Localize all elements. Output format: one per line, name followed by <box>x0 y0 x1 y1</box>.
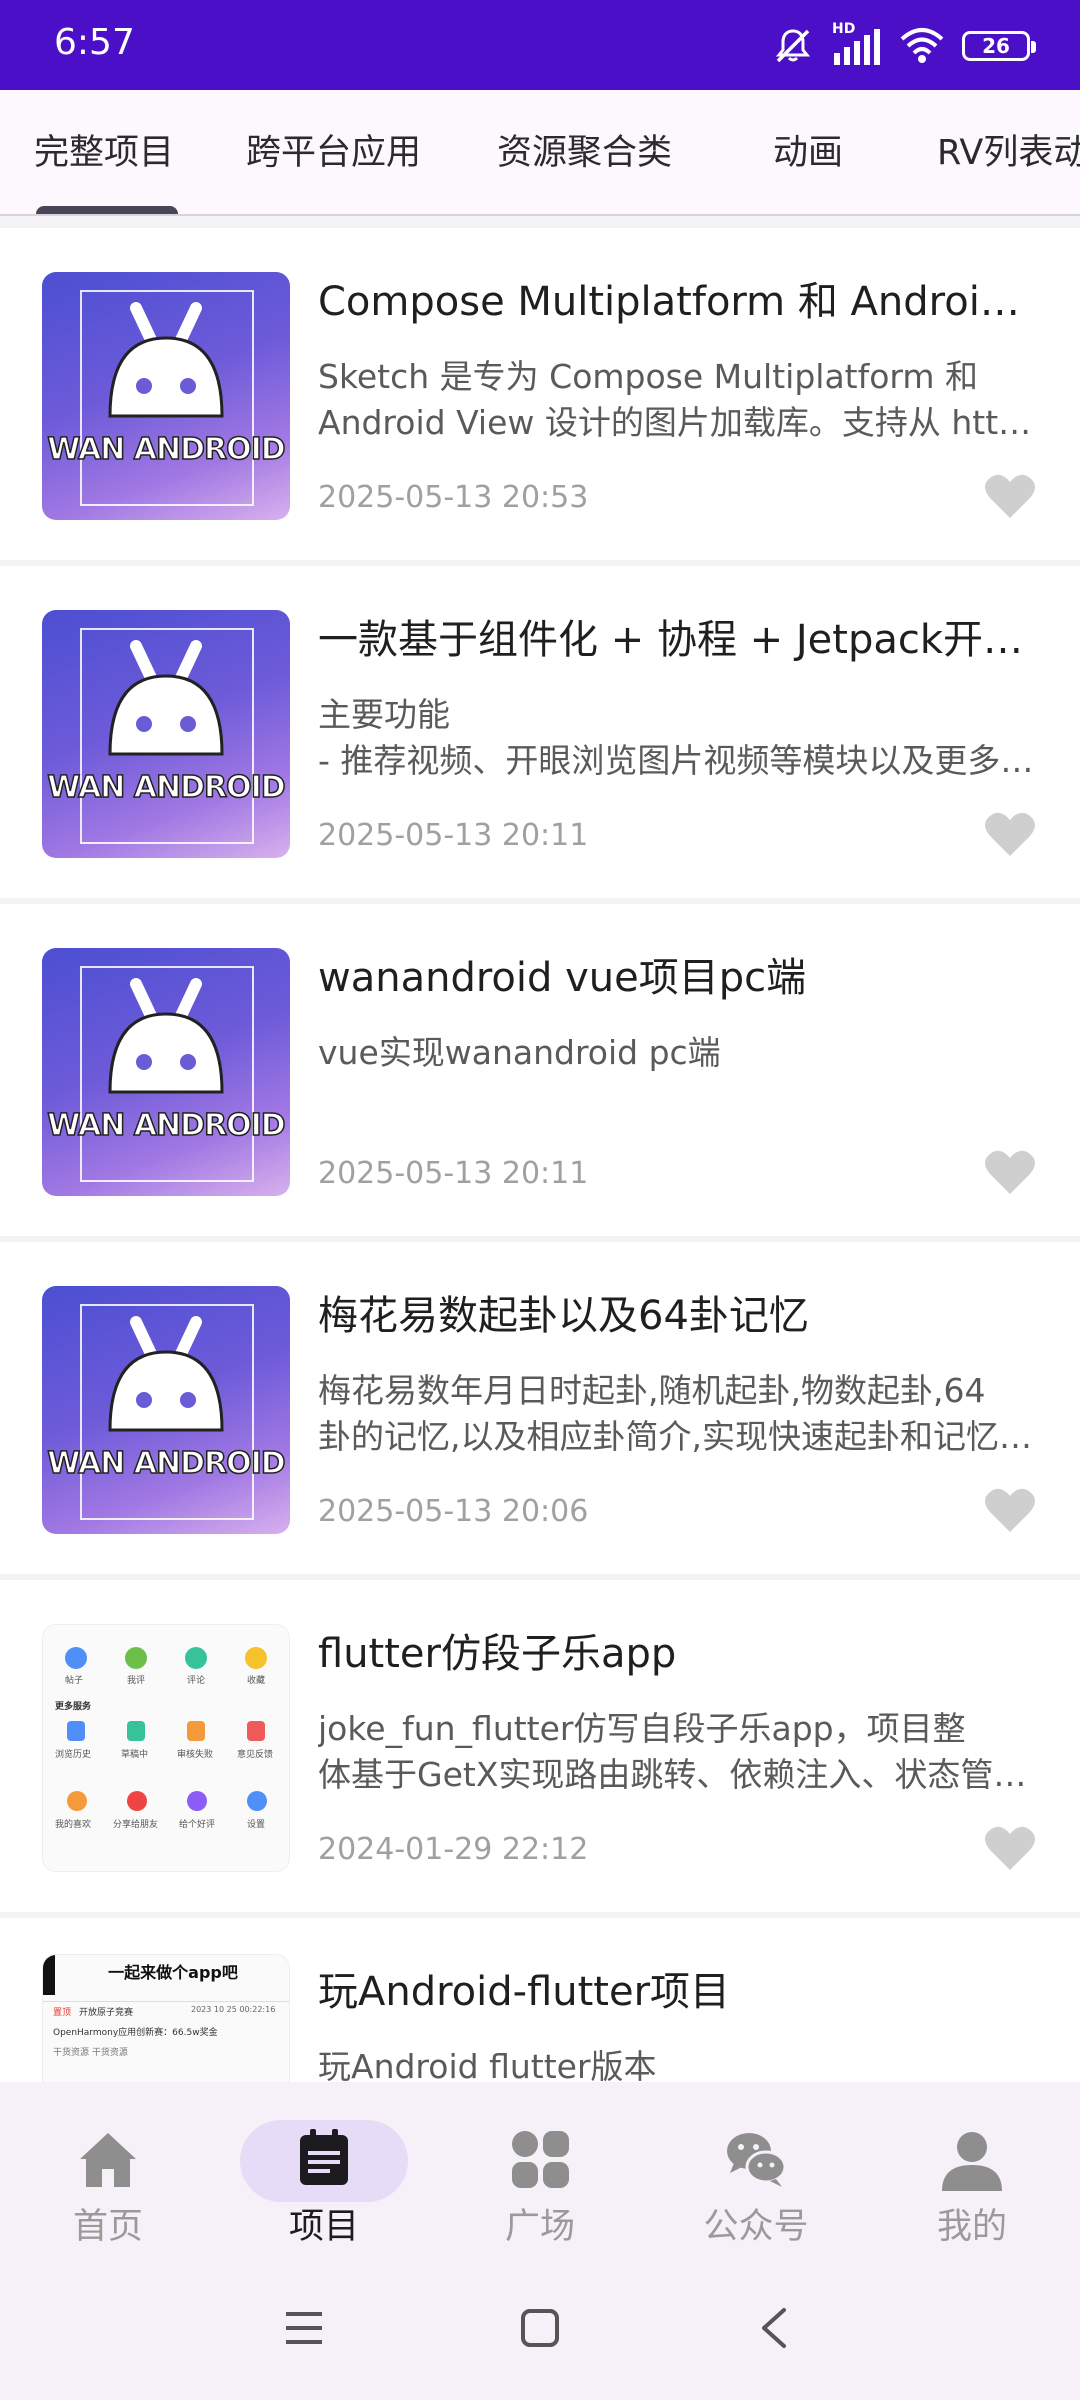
home-icon <box>80 2133 136 2187</box>
wechat-icon <box>727 2133 787 2187</box>
project-description: 梅花易数年月日时起卦,随机起卦,物数起卦,64 卦的记忆,以及相应卦简介,实现快… <box>318 1371 1038 1456</box>
project-description: Sketch 是专为 Compose Multiplatform 和 Andro… <box>318 357 1038 442</box>
android-logo-icon <box>108 640 224 756</box>
thumbnail-brand-text: WAN ANDROID <box>47 769 287 806</box>
favorite-heart-icon[interactable] <box>984 1486 1036 1534</box>
thumbnail-brand-text: WAN ANDROID <box>47 1107 287 1144</box>
project-card[interactable]: WAN ANDROID wanandroid vue项目pc端 vue实现wan… <box>0 904 1080 1236</box>
nav-item-projects[interactable]: 项目 <box>216 2082 432 2260</box>
mute-icon <box>775 29 811 63</box>
project-title: 梅花易数起卦以及64卦记忆 <box>318 1293 809 1339</box>
tab-resource-aggregation[interactable]: 资源聚合类 <box>497 90 672 214</box>
tab-complete-projects[interactable]: 完整项目 <box>34 90 174 214</box>
project-description: 玩Android flutter版本 <box>318 2047 657 2082</box>
status-time: 6:57 <box>54 22 135 63</box>
nav-item-home[interactable]: 首页 <box>0 2082 216 2260</box>
project-date: 2025-05-13 20:06 <box>318 1494 589 1529</box>
project-date: 2025-05-13 20:11 <box>318 818 589 853</box>
android-logo-icon <box>108 1316 224 1432</box>
wifi-icon <box>900 28 944 63</box>
home-square-icon[interactable] <box>520 2308 560 2348</box>
signal-group: HD <box>832 21 882 67</box>
tab-animation[interactable]: 动画 <box>773 90 843 214</box>
project-card[interactable]: 一起来做个app吧 置顶 开放原子竞赛 2023 10 25 00:22:16 … <box>0 1918 1080 2082</box>
person-icon <box>942 2132 1002 2191</box>
project-card[interactable]: WAN ANDROID 一款基于组件化 + 协程 + Jetpack开发的应用 … <box>0 566 1080 898</box>
status-bar: 6:57 HD 26 <box>0 0 1080 90</box>
bottom-navigation: 首页 项目 广场 公众号 我的 <box>0 2082 1080 2260</box>
project-thumbnail: WAN ANDROID <box>42 948 290 1196</box>
project-icon <box>300 2129 348 2185</box>
tab-indicator <box>36 206 178 214</box>
project-title: 一款基于组件化 + 协程 + Jetpack开发的应用 <box>318 617 1038 663</box>
favorite-heart-icon[interactable] <box>984 810 1036 858</box>
project-title: 玩Android-flutter项目 <box>318 1969 731 2015</box>
menu-icon[interactable] <box>284 2308 324 2348</box>
android-logo-icon <box>108 302 224 418</box>
status-icons: HD 26 <box>772 21 1036 70</box>
project-list[interactable]: WAN ANDROID Compose Multiplatform 和 Andr… <box>0 228 1080 2082</box>
project-thumbnail: WAN ANDROID <box>42 610 290 858</box>
tab-rv-list-animation[interactable]: RV列表动 <box>937 90 1080 214</box>
android-logo-icon <box>108 978 224 1094</box>
nav-item-mine[interactable]: 我的 <box>864 2082 1080 2260</box>
project-thumbnail: 一起来做个app吧 置顶 开放原子竞赛 2023 10 25 00:22:16 … <box>42 1954 290 2082</box>
nav-item-square[interactable]: 广场 <box>432 2082 648 2260</box>
nav-item-official-accounts[interactable]: 公众号 <box>648 2082 864 2260</box>
signal-icon <box>834 29 880 65</box>
project-thumbnail: WAN ANDROID <box>42 272 290 520</box>
square-grid-icon <box>512 2131 569 2188</box>
project-date: 2025-05-13 20:11 <box>318 1156 589 1191</box>
favorite-heart-icon[interactable] <box>984 472 1036 520</box>
back-icon[interactable] <box>756 2306 792 2350</box>
tab-cross-platform[interactable]: 跨平台应用 <box>246 90 421 214</box>
project-card[interactable]: 帖子 我评 评论 收藏 更多服务 浏览历史 草稿中 审核失败 意见反馈 我的喜欢… <box>0 1580 1080 1912</box>
project-date: 2024-01-29 22:12 <box>318 1832 589 1867</box>
project-thumbnail: WAN ANDROID <box>42 1286 290 1534</box>
project-thumbnail: 帖子 我评 评论 收藏 更多服务 浏览历史 草稿中 审核失败 意见反馈 我的喜欢… <box>42 1624 290 1872</box>
favorite-heart-icon[interactable] <box>984 1824 1036 1872</box>
system-navigation-bar <box>0 2260 1080 2400</box>
battery-icon: 26 <box>962 31 1036 61</box>
project-title: wanandroid vue项目pc端 <box>318 955 807 1001</box>
project-description: 主要功能 - 推荐视频、开眼浏览图片视频等模块以及更多功能 <box>318 695 1038 780</box>
project-card[interactable]: WAN ANDROID 梅花易数起卦以及64卦记忆 梅花易数年月日时起卦,随机起… <box>0 1242 1080 1574</box>
thumbnail-brand-text: WAN ANDROID <box>47 431 287 468</box>
project-title: flutter仿段子乐app <box>318 1631 677 1677</box>
project-description: joke_fun_flutter仿写自段子乐app，项目整 体基于GetX实现路… <box>318 1709 1038 1794</box>
project-description: vue实现wanandroid pc端 <box>318 1033 721 1072</box>
project-card[interactable]: WAN ANDROID Compose Multiplatform 和 Andr… <box>0 228 1080 560</box>
project-date: 2025-05-13 20:53 <box>318 480 589 515</box>
category-tab-bar: 完整项目 跨平台应用 资源聚合类 动画 RV列表动 <box>0 90 1080 216</box>
favorite-heart-icon[interactable] <box>984 1148 1036 1196</box>
thumbnail-brand-text: WAN ANDROID <box>47 1445 287 1482</box>
project-title: Compose Multiplatform 和 Android View 设计的… <box>318 279 1038 325</box>
